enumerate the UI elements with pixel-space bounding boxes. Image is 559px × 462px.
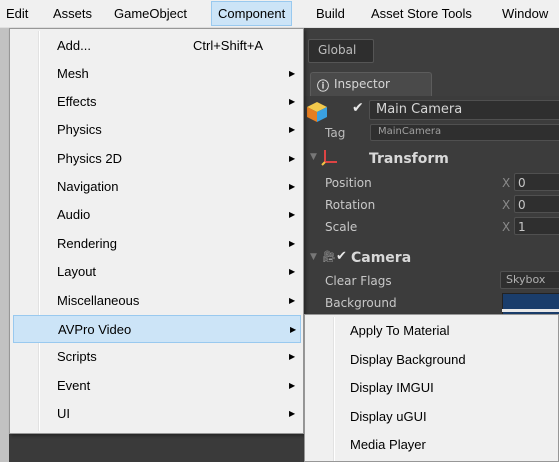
menu-item-miscellaneous[interactable]: Miscellaneous ▶: [12, 287, 301, 315]
submenu-item-label: Display uGUI: [350, 409, 427, 424]
menu-item-mesh[interactable]: Mesh ▶: [12, 60, 301, 88]
menu-item-label: Physics: [57, 122, 102, 137]
submenu-arrow-icon: ▶: [289, 210, 296, 219]
menu-gameobject[interactable]: GameObject: [108, 2, 193, 25]
camera-title: Camera: [351, 250, 412, 266]
rotation-x-value: 0: [518, 198, 526, 212]
menu-item-label: Scripts: [57, 349, 97, 364]
submenu-arrow-icon: ▶: [289, 296, 296, 305]
menu-item-navigation[interactable]: Navigation ▶: [12, 173, 301, 201]
menu-window[interactable]: Window: [496, 2, 554, 25]
menu-assets[interactable]: Assets: [47, 2, 98, 25]
submenu-item-label: Display IMGUI: [350, 380, 434, 395]
menu-item-label: AVPro Video: [58, 322, 132, 337]
submenu-arrow-icon: ▶: [289, 69, 296, 78]
menu-edit[interactable]: Edit: [0, 2, 34, 25]
submenu-item-label: Media Player: [350, 437, 426, 452]
camera-enabled-checkbox[interactable]: ✔: [336, 249, 347, 264]
submenu-arrow-icon: ▶: [289, 352, 296, 361]
active-checkbox[interactable]: ✔: [352, 100, 364, 116]
position-x-label: X: [502, 176, 511, 190]
menu-item-scripts[interactable]: Scripts ▶: [12, 343, 301, 371]
menu-item-label: Layout: [57, 264, 97, 279]
menu-item-rendering[interactable]: Rendering ▶: [12, 230, 301, 258]
submenu-item-apply-to-material[interactable]: Apply To Material: [307, 317, 558, 345]
background-label: Background: [325, 296, 397, 310]
editor-left-strip: [0, 28, 9, 462]
rotation-label: Rotation: [325, 198, 376, 212]
menu-item-physics[interactable]: Physics ▶: [12, 116, 301, 144]
tag-value: MainCamera: [378, 126, 442, 137]
menu-item-event[interactable]: Event ▶: [12, 372, 301, 400]
submenu-item-display-ugui[interactable]: Display uGUI: [307, 403, 558, 431]
submenu-arrow-icon: ▶: [290, 325, 297, 334]
menu-item-label: Audio: [57, 207, 91, 222]
rotation-x-label: X: [502, 198, 511, 212]
submenu-arrow-icon: ▶: [289, 409, 296, 418]
avpro-video-submenu: Apply To Material Display Background Dis…: [304, 314, 559, 462]
menu-item-label: Effects: [57, 94, 97, 109]
clear-flags-label: Clear Flags: [325, 274, 392, 288]
scale-label: Scale: [325, 220, 358, 234]
submenu-arrow-icon: ▶: [289, 125, 296, 134]
submenu-arrow-icon: ▶: [289, 381, 296, 390]
menu-item-avpro-video[interactable]: AVPro Video ▶: [13, 315, 301, 343]
component-menu: Add... Ctrl+Shift+A Mesh ▶ Effects ▶ Phy…: [9, 28, 304, 434]
transform-foldout-arrow[interactable]: ▼: [310, 152, 317, 162]
submenu-item-label: Display Background: [350, 352, 466, 367]
submenu-item-display-background[interactable]: Display Background: [307, 346, 558, 374]
menu-item-label: UI: [57, 406, 70, 421]
menu-item-label: Miscellaneous: [57, 293, 140, 308]
scale-x-value: 1: [518, 220, 526, 234]
position-x-value: 0: [518, 176, 526, 190]
inspector-tab-label: Inspector: [334, 77, 390, 91]
position-label: Position: [325, 176, 372, 190]
submenu-item-display-imgui[interactable]: Display IMGUI: [307, 374, 558, 402]
menu-item-shortcut: Ctrl+Shift+A: [193, 38, 264, 53]
menu-build[interactable]: Build: [310, 2, 351, 25]
menu-item-physics-2d[interactable]: Physics 2D ▶: [12, 145, 301, 173]
submenu-arrow-icon: ▶: [289, 239, 296, 248]
menu-asset-store-tools[interactable]: Asset Store Tools: [365, 2, 478, 25]
menu-item-audio[interactable]: Audio ▶: [12, 201, 301, 229]
global-label: Global: [318, 43, 357, 57]
menu-item-effects[interactable]: Effects ▶: [12, 88, 301, 116]
submenu-arrow-icon: ▶: [289, 154, 296, 163]
menu-item-ui[interactable]: UI ▶: [12, 400, 301, 428]
menu-item-label: Add...: [57, 38, 91, 53]
submenu-arrow-icon: ▶: [289, 267, 296, 276]
object-name: Main Camera: [376, 102, 463, 117]
menu-item-label: Rendering: [57, 236, 117, 251]
clear-flags-value: Skybox: [506, 273, 546, 286]
menu-item-label: Physics 2D: [57, 151, 123, 166]
cube-icon: [307, 102, 327, 122]
menu-item-layout[interactable]: Layout ▶: [12, 258, 301, 286]
scale-x-label: X: [502, 220, 511, 234]
menu-item-add[interactable]: Add... Ctrl+Shift+A: [12, 32, 301, 60]
menu-component[interactable]: Component: [211, 1, 293, 26]
menu-item-label: Event: [57, 378, 91, 393]
background-alpha-bar: [502, 309, 559, 312]
submenu-item-media-player[interactable]: Media Player: [307, 431, 558, 459]
transform-title: Transform: [369, 151, 449, 167]
camera-foldout-arrow[interactable]: ▼: [310, 252, 317, 262]
submenu-arrow-icon: ▶: [289, 182, 296, 191]
submenu-item-label: Apply To Material: [350, 323, 450, 338]
info-icon: ⓘ: [317, 79, 330, 93]
menu-bar: Edit Assets GameObject Component Build A…: [0, 0, 559, 28]
menu-item-label: Mesh: [57, 66, 89, 81]
menu-item-label: Navigation: [57, 179, 119, 194]
tag-label: Tag: [325, 126, 346, 140]
submenu-arrow-icon: ▶: [289, 97, 296, 106]
camera-icon: 🎥︎: [322, 250, 336, 263]
transform-axis-icon: [321, 150, 337, 166]
